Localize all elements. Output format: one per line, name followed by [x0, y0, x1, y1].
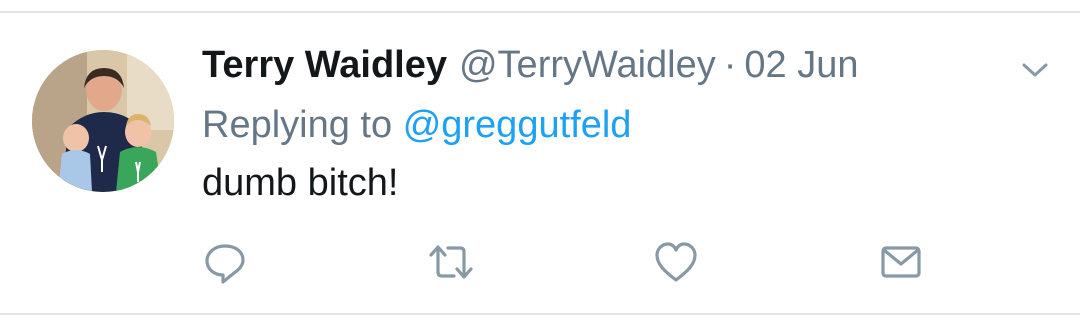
envelope-icon [881, 246, 921, 278]
tweet-date[interactable]: 02 Jun [744, 44, 858, 87]
tweet-text: dumb bitch! [202, 162, 399, 204]
avatar-photo [32, 50, 174, 192]
heart-icon [655, 242, 697, 282]
direct-message-button[interactable] [877, 238, 925, 286]
replying-to-label: Replying to [202, 104, 393, 146]
author-name[interactable]: Terry Waidley [202, 44, 447, 87]
retweet-button[interactable] [427, 238, 475, 286]
tweet-header: Terry Waidley @TerryWaidley · 02 Jun [202, 44, 859, 92]
reply-button[interactable] [201, 238, 249, 286]
reply-icon [205, 244, 245, 284]
top-divider [0, 11, 1080, 13]
chevron-down-icon [1022, 63, 1048, 77]
replying-to-mention[interactable]: @greggutfeld [403, 104, 632, 146]
bottom-divider [0, 313, 1080, 315]
like-button[interactable] [652, 238, 700, 286]
retweet-icon [429, 245, 473, 279]
more-options-button[interactable] [1018, 56, 1052, 84]
header-separator: · [723, 44, 737, 86]
avatar[interactable] [32, 50, 174, 192]
replying-to: Replying to @greggutfeld [202, 104, 631, 147]
author-handle[interactable]: @TerryWaidley [459, 44, 716, 87]
